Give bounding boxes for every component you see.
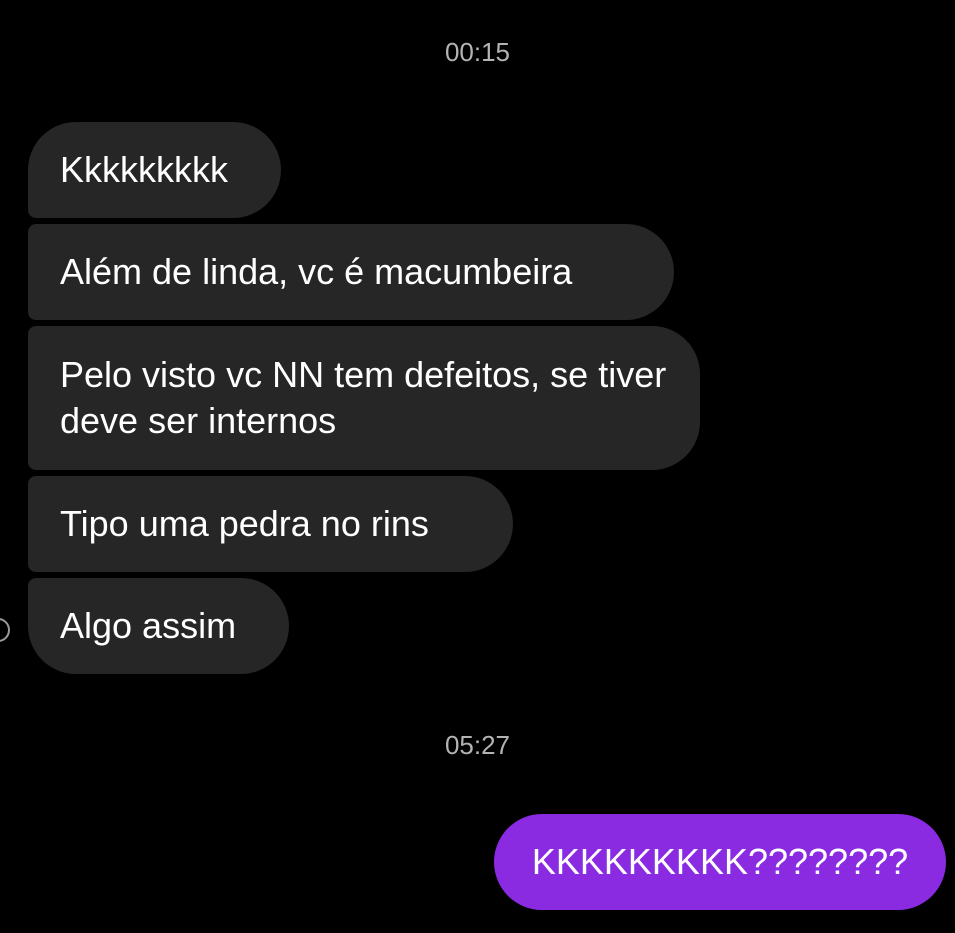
sent-message[interactable]: KKKKKKKKK???????? xyxy=(494,814,946,910)
avatar[interactable] xyxy=(0,618,10,642)
received-message[interactable]: Tipo uma pedra no rins xyxy=(28,476,513,572)
received-message[interactable]: Pelo visto vc NN tem defeitos, se tiver … xyxy=(28,326,700,470)
timestamp: 05:27 xyxy=(444,730,511,760)
timestamp: 00:15 xyxy=(444,37,511,67)
received-message[interactable]: Algo assim xyxy=(28,578,289,674)
received-message[interactable]: Além de linda, vc é macumbeira xyxy=(28,224,674,320)
received-message[interactable]: Kkkkkkkkk xyxy=(28,122,281,218)
